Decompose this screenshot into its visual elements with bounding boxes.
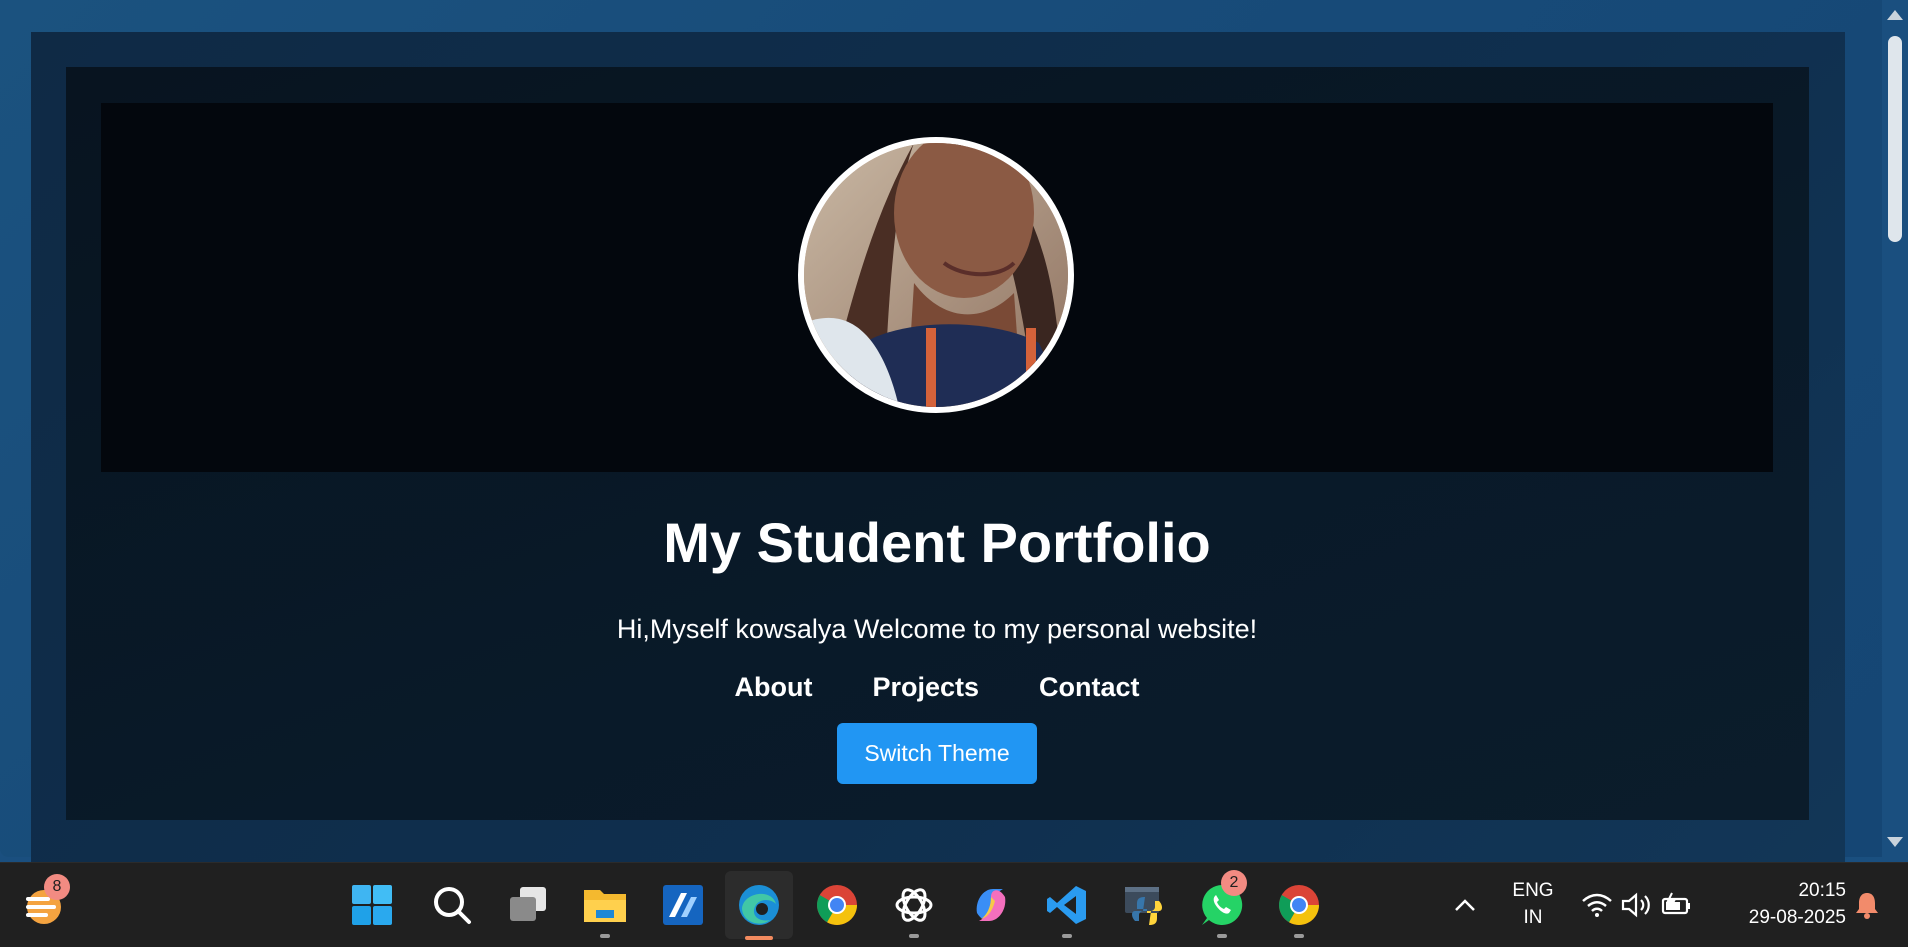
vertical-scrollbar[interactable] [1882,0,1908,857]
profile-avatar [798,137,1074,413]
switch-theme-button[interactable]: Switch Theme [837,723,1037,784]
chrome-icon [1279,885,1319,925]
show-hidden-icons-button[interactable] [1440,880,1490,930]
edge-button[interactable] [725,871,793,940]
running-indicator [1062,934,1072,938]
nav-contact[interactable]: Contact [1039,670,1140,704]
bell-icon [1856,893,1878,919]
running-indicator [909,934,919,938]
volume-icon [1621,892,1650,918]
quick-settings-button[interactable] [1572,880,1702,930]
wifi-icon [1582,893,1612,917]
active-indicator [745,936,773,940]
weather-widget[interactable]: 8 [22,874,70,929]
windows-start-icon [352,885,392,925]
notifications-button[interactable] [1846,880,1888,930]
chrome-button[interactable] [812,880,862,930]
chatgpt-icon [895,888,933,922]
unread-badge: 2 [1221,870,1247,896]
task-view-button[interactable] [503,880,553,930]
scroll-up-arrow-icon[interactable] [1887,10,1903,20]
python-button[interactable] [1120,880,1170,930]
whatsapp-button[interactable]: 2 [1197,870,1247,938]
vscode-button[interactable] [1042,880,1092,938]
copilot-button[interactable] [966,880,1016,930]
battery-icon [1661,892,1690,915]
task-view-icon [510,887,546,921]
vscode-icon [1047,886,1086,924]
running-indicator [600,934,610,938]
file-explorer-icon [584,890,626,922]
scroll-down-arrow-icon[interactable] [1887,837,1903,847]
taskbar: 8 2 ENG IN 20:15 29-08-2025 [0,862,1908,947]
welcome-text: Hi,Myself kowsalya Welcome to my persona… [616,614,1258,644]
clock[interactable]: 20:15 29-08-2025 [1716,877,1846,931]
page-title: My Student Portfolio [663,511,1211,574]
browser-viewport: My Student Portfolio Hi,Myself kowsalya … [0,0,1882,862]
chevron-up-icon [1455,899,1475,911]
chrome-icon [817,885,857,925]
search-icon [434,887,471,924]
main-nav: About Projects Contact [0,670,1874,704]
running-indicator [1217,934,1227,938]
search-button[interactable] [427,880,477,930]
edge-icon [739,885,779,925]
python-icon [1125,887,1162,925]
nav-about[interactable]: About [734,670,812,704]
file-explorer-button[interactable] [580,880,630,938]
app-icon [663,885,703,925]
chrome-profile-button[interactable] [1274,880,1324,938]
language-indicator[interactable]: ENG IN [1505,877,1561,931]
nav-projects[interactable]: Projects [872,670,979,704]
start-button[interactable] [347,880,397,930]
running-indicator [1294,934,1304,938]
app-button[interactable] [658,880,708,930]
copilot-icon [976,889,1006,921]
chatgpt-button[interactable] [889,880,939,938]
notification-badge: 8 [44,874,70,900]
scrollbar-thumb[interactable] [1888,36,1902,242]
